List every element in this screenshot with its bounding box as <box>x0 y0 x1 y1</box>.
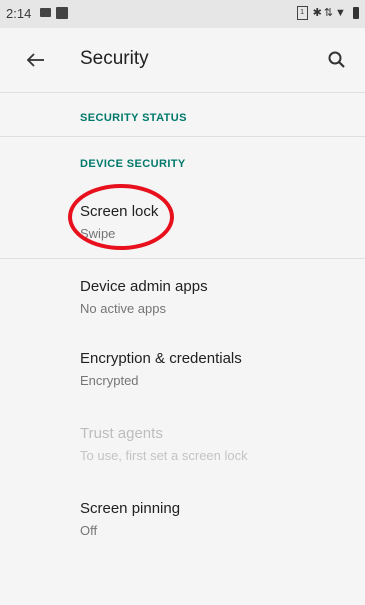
status-bar: 2:14 1 ✱⇅▼ <box>0 0 365 28</box>
pref-item-screen-lock[interactable]: Screen lock Swipe <box>0 203 365 255</box>
app-bar-divider <box>0 92 365 93</box>
battery-icon <box>353 7 359 20</box>
bluetooth-icon: ✱ <box>312 7 324 19</box>
pref-item-trust-agents: Trust agents To use, first set a screen … <box>0 425 365 477</box>
pref-summary: Encrypted <box>80 373 139 388</box>
arrow-back-icon <box>26 53 44 67</box>
wifi-icon: ▼ <box>335 7 348 19</box>
pref-summary: Swipe <box>80 226 116 241</box>
pref-title: Screen lock <box>80 203 159 220</box>
section-header-device-security: DEVICE SECURITY <box>80 158 186 170</box>
back-button[interactable] <box>22 46 50 74</box>
divider <box>0 258 365 259</box>
section-header-security-status[interactable]: SECURITY STATUS <box>80 112 187 124</box>
pref-title: Encryption & credentials <box>80 350 242 367</box>
pref-summary: To use, first set a screen lock <box>80 448 248 463</box>
sim-icon: 1 <box>296 6 308 21</box>
notification-icon <box>56 7 68 19</box>
search-button[interactable] <box>323 46 351 74</box>
data-arrows-icon: ⇅ <box>323 7 336 19</box>
status-icons: 1 ✱⇅▼ <box>296 6 359 21</box>
divider <box>0 136 365 137</box>
app-bar: Security <box>0 28 365 92</box>
image-notification-icon <box>40 8 51 17</box>
pref-summary: Off <box>80 523 98 538</box>
status-time: 2:14 <box>6 6 32 21</box>
pref-item-encryption-credentials[interactable]: Encryption & credentials Encrypted <box>0 350 365 402</box>
pref-item-device-admin-apps[interactable]: Device admin apps No active apps <box>0 278 365 330</box>
page-title: Security <box>80 48 149 69</box>
pref-title: Trust agents <box>80 425 163 442</box>
pref-summary: No active apps <box>80 301 166 316</box>
search-icon <box>328 51 345 68</box>
pref-title: Device admin apps <box>80 278 208 295</box>
pref-title: Screen pinning <box>80 500 181 517</box>
pref-item-screen-pinning[interactable]: Screen pinning Off <box>0 500 365 552</box>
